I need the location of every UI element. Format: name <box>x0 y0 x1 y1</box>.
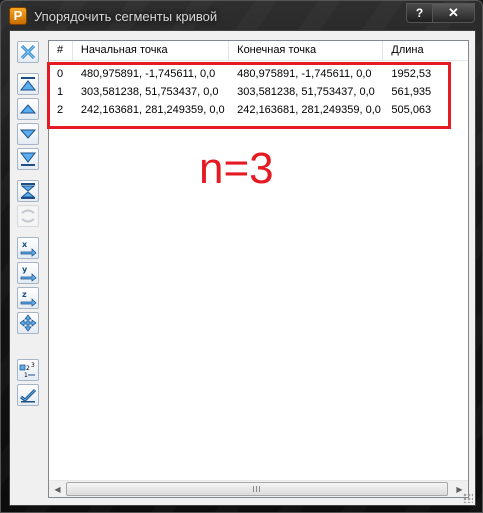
list-header: # Начальная точка Конечная точка Длина <box>49 41 468 61</box>
sort-xyz-icon <box>19 314 37 332</box>
move-up-icon <box>19 104 37 114</box>
sort-y-button[interactable]: y <box>17 262 39 284</box>
svg-text:2: 2 <box>26 365 30 372</box>
column-header-start-point[interactable]: Начальная точка <box>73 41 230 60</box>
app-icon: P <box>9 7 27 25</box>
horizontal-scrollbar[interactable]: ◀ ▶ <box>49 480 468 497</box>
renumber-icon: 2 3 1 <box>19 362 35 379</box>
resize-grip[interactable] <box>463 493 473 503</box>
move-up-button[interactable] <box>17 98 39 120</box>
window-title: Упорядочить сегменты кривой <box>34 9 218 24</box>
move-bottom-icon <box>19 152 37 166</box>
svg-text:1: 1 <box>24 372 28 379</box>
close-button[interactable]: ✕ <box>432 3 475 23</box>
renumber-button[interactable]: 2 3 1 <box>17 359 39 381</box>
sort-xyz-button[interactable] <box>17 312 39 334</box>
sort-y-icon: y <box>20 265 37 282</box>
column-header-length[interactable]: Длина <box>383 41 468 60</box>
sort-x-button[interactable]: x <box>17 237 39 259</box>
sort-x-icon: x <box>20 240 37 257</box>
segment-toolbar: x y z 2 3 1 <box>17 41 44 409</box>
swap-button[interactable] <box>17 205 39 227</box>
reverse-order-icon <box>20 183 36 199</box>
move-bottom-button[interactable] <box>17 148 39 170</box>
annotation-label: n=3 <box>199 144 274 193</box>
sort-z-icon: z <box>20 290 37 307</box>
scroll-left-arrow[interactable]: ◀ <box>49 481 66 497</box>
caption-buttons: ? ✕ <box>406 3 475 23</box>
apply-button[interactable] <box>17 384 39 406</box>
move-down-button[interactable] <box>17 123 39 145</box>
move-top-icon <box>19 77 37 91</box>
swap-disabled-icon <box>21 209 35 223</box>
curve-reverse-icon <box>20 44 36 60</box>
help-button[interactable]: ? <box>406 3 432 23</box>
column-header-index[interactable]: # <box>49 41 73 60</box>
move-down-icon <box>19 129 37 139</box>
scroll-thumb[interactable] <box>66 482 448 496</box>
column-header-end-point[interactable]: Конечная точка <box>229 41 384 60</box>
svg-text:x: x <box>22 240 28 249</box>
svg-text:3: 3 <box>31 362 35 369</box>
window-frame: P Упорядочить сегменты кривой ? ✕ x y z … <box>0 0 483 513</box>
annotation-highlight-box <box>47 62 451 129</box>
curve-reverse-button[interactable] <box>17 41 39 63</box>
move-top-button[interactable] <box>17 73 39 95</box>
svg-text:z: z <box>22 290 27 299</box>
reverse-order-button[interactable] <box>17 180 39 202</box>
sort-z-button[interactable]: z <box>17 287 39 309</box>
apply-check-icon <box>20 388 37 403</box>
svg-text:y: y <box>22 265 28 274</box>
